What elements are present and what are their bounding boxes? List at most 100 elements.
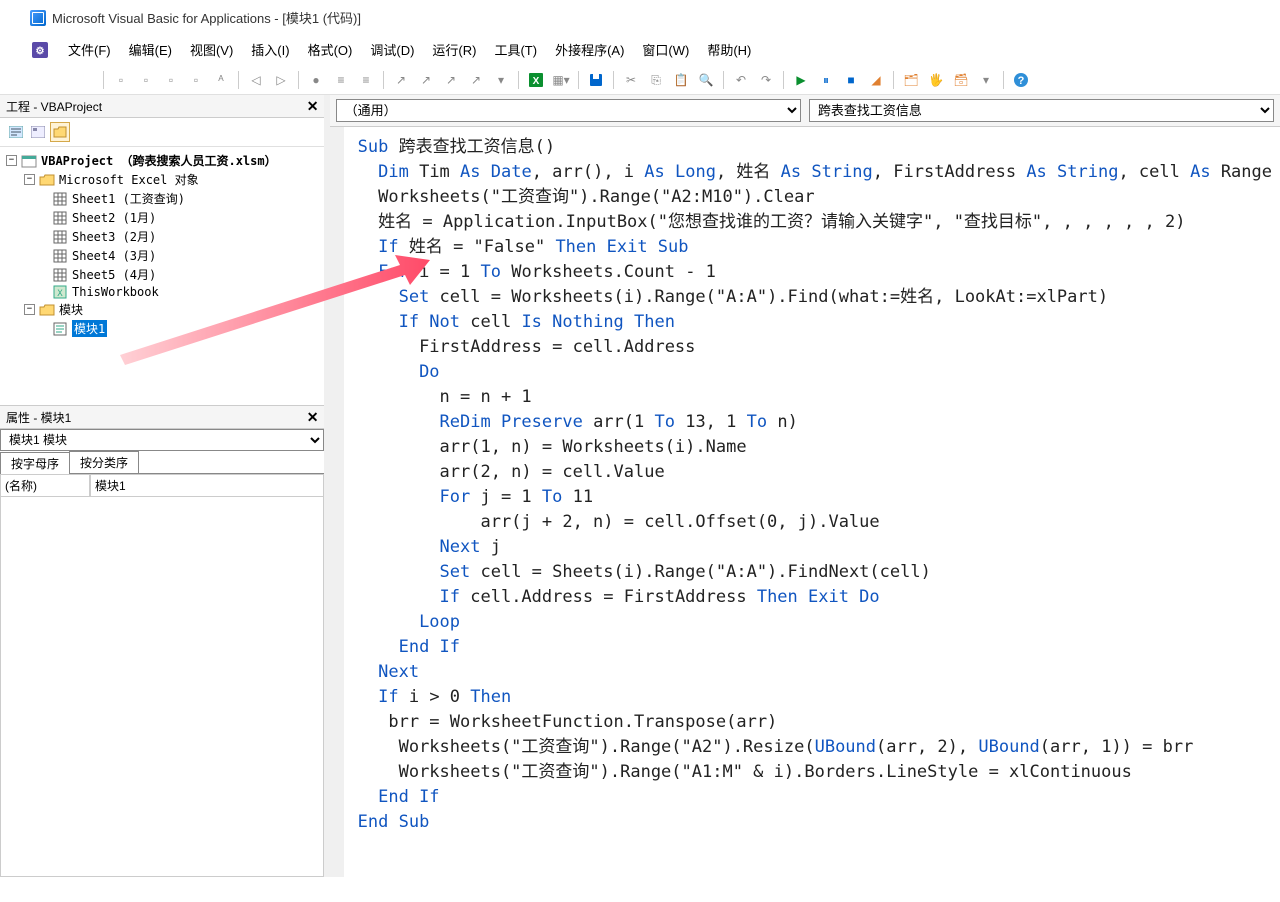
code-line[interactable]: arr(j + 2, n) = cell.Offset(0, j).Value — [358, 510, 1272, 535]
code-line[interactable]: n = n + 1 — [358, 385, 1272, 410]
paste-icon[interactable]: 📋 — [670, 69, 692, 91]
code-line[interactable]: Do — [358, 360, 1272, 385]
tree-sheet-label[interactable]: Sheet5 (4月) — [72, 266, 156, 283]
dropdown-icon[interactable]: ▾ — [975, 69, 997, 91]
menu-debug[interactable]: 调试(D) — [362, 37, 422, 62]
menu-view[interactable]: 视图(V) — [182, 37, 241, 62]
tree-sheet-label[interactable]: Sheet1 (工资查询) — [72, 190, 185, 207]
code-line[interactable]: End Sub — [358, 810, 1272, 835]
outdent-icon[interactable]: ◁ — [245, 69, 267, 91]
collapse-icon[interactable]: − — [24, 304, 35, 315]
code-line[interactable]: Next j — [358, 535, 1272, 560]
tool-btn-17[interactable]: ▦▾ — [550, 69, 572, 91]
copy-icon[interactable]: ⎘ — [645, 69, 667, 91]
tree-module1[interactable]: 模块1 — [6, 319, 318, 338]
close-icon[interactable]: ✕ — [304, 97, 322, 115]
tab-alphabetic[interactable]: 按字母序 — [0, 452, 70, 474]
code-line[interactable]: Set cell = Sheets(i).Range("A:A").FindNe… — [358, 560, 1272, 585]
tool-btn-10[interactable]: ≡ — [355, 69, 377, 91]
tree-sheet[interactable]: Sheet2 (1月) — [6, 208, 318, 227]
object-browser-icon[interactable]: 🗃 — [950, 69, 972, 91]
tree-root-label[interactable]: VBAProject （跨表搜索人员工资.xlsm） — [41, 152, 277, 169]
code-line[interactable]: 姓名 = Application.InputBox("您想查找谁的工资？请输入关… — [358, 210, 1272, 235]
code-line[interactable]: End If — [358, 785, 1272, 810]
menu-file[interactable]: 文件(F) — [60, 37, 119, 62]
tree-thisworkbook-label[interactable]: ThisWorkbook — [72, 285, 159, 299]
menu-edit[interactable]: 编辑(E) — [121, 37, 180, 62]
tree-thisworkbook[interactable]: XThisWorkbook — [6, 284, 318, 300]
code-line[interactable]: arr(2, n) = cell.Value — [358, 460, 1272, 485]
tool-btn-1[interactable]: ▫ — [110, 69, 132, 91]
tool-btn-13[interactable]: ↗ — [440, 69, 462, 91]
collapse-icon[interactable]: − — [6, 155, 17, 166]
tree-sheet-label[interactable]: Sheet4 (3月) — [72, 247, 156, 264]
code-line[interactable]: If Not cell Is Nothing Then — [358, 310, 1272, 335]
menu-format[interactable]: 格式(O) — [300, 37, 361, 62]
properties-icon[interactable]: 🖐 — [925, 69, 947, 91]
tree-modules-label[interactable]: 模块 — [59, 301, 83, 318]
code-line[interactable]: Next — [358, 660, 1272, 685]
code-line[interactable]: ReDim Preserve arr(1 To 13, 1 To n) — [358, 410, 1272, 435]
code-line[interactable]: If cell.Address = FirstAddress Then Exit… — [358, 585, 1272, 610]
toggle-folders-icon[interactable] — [50, 122, 70, 142]
menu-window[interactable]: 窗口(W) — [634, 37, 697, 62]
tool-btn-4[interactable]: ▫ — [185, 69, 207, 91]
collapse-icon[interactable]: − — [24, 174, 35, 185]
tool-btn-2[interactable]: ▫ — [135, 69, 157, 91]
code-line[interactable]: Loop — [358, 610, 1272, 635]
menu-tools[interactable]: 工具(T) — [486, 37, 545, 62]
save-icon[interactable] — [585, 69, 607, 91]
tool-btn-3[interactable]: ▫ — [160, 69, 182, 91]
tree-module1-label[interactable]: 模块1 — [72, 320, 107, 337]
tab-categorized[interactable]: 按分类序 — [69, 451, 139, 473]
code-line[interactable]: FirstAddress = cell.Address — [358, 335, 1272, 360]
cut-icon[interactable]: ✂ — [620, 69, 642, 91]
tool-btn-11[interactable]: ↗ — [390, 69, 412, 91]
tree-sheet[interactable]: Sheet5 (4月) — [6, 265, 318, 284]
close-icon[interactable]: ✕ — [304, 408, 322, 426]
code-line[interactable]: If i > 0 Then — [358, 685, 1272, 710]
code-line[interactable]: Worksheets("工资查询").Range("A1:M" & i).Bor… — [358, 760, 1272, 785]
find-icon[interactable]: 🔍 — [695, 69, 717, 91]
tool-btn-15[interactable]: ▾ — [490, 69, 512, 91]
code-editor[interactable]: Sub 跨表查找工资信息() Dim Tim As Date, arr(), i… — [330, 127, 1280, 877]
breakpoint-icon[interactable]: ● — [305, 69, 327, 91]
tree-sheet[interactable]: Sheet1 (工资查询) — [6, 189, 318, 208]
code-line[interactable]: arr(1, n) = Worksheets(i).Name — [358, 435, 1272, 460]
code-line[interactable]: For j = 1 To 11 — [358, 485, 1272, 510]
properties-object-combo[interactable]: 模块1 模块 — [0, 429, 324, 451]
menu-addins[interactable]: 外接程序(A) — [547, 37, 632, 62]
stop-icon[interactable]: ■ — [840, 69, 862, 91]
tree-sheet-label[interactable]: Sheet2 (1月) — [72, 209, 156, 226]
tool-btn-9[interactable]: ≡ — [330, 69, 352, 91]
code-line[interactable]: If 姓名 = "False" Then Exit Sub — [358, 235, 1272, 260]
tool-btn-5[interactable]: ᴬ — [210, 69, 232, 91]
procedure-dropdown[interactable]: 跨表查找工资信息 — [809, 99, 1274, 122]
view-object-icon[interactable] — [28, 122, 48, 142]
redo-icon[interactable]: ↷ — [755, 69, 777, 91]
project-tree[interactable]: − VBAProject （跨表搜索人员工资.xlsm） − Microsoft… — [0, 147, 324, 405]
code-line[interactable]: Set cell = Worksheets(i).Range("A:A").Fi… — [358, 285, 1272, 310]
view-code-icon[interactable] — [6, 122, 26, 142]
tool-btn-14[interactable]: ↗ — [465, 69, 487, 91]
code-line[interactable]: Sub 跨表查找工资信息() — [358, 135, 1272, 160]
tree-sheet-label[interactable]: Sheet3 (2月) — [72, 228, 156, 245]
tree-modules-folder[interactable]: − 模块 — [6, 300, 318, 319]
menu-run[interactable]: 运行(R) — [424, 37, 484, 62]
indent-icon[interactable]: ▷ — [270, 69, 292, 91]
code-line[interactable]: Worksheets("工资查询").Range("A2").Resize(UB… — [358, 735, 1272, 760]
menu-help[interactable]: 帮助(H) — [699, 37, 759, 62]
tree-excel-objects-label[interactable]: Microsoft Excel 对象 — [59, 171, 199, 188]
design-icon[interactable]: ◢ — [865, 69, 887, 91]
tree-excel-objects[interactable]: − Microsoft Excel 对象 — [6, 170, 318, 189]
code-line[interactable]: End If — [358, 635, 1272, 660]
code-line[interactable]: Dim Tim As Date, arr(), i As Long, 姓名 As… — [358, 160, 1272, 185]
tree-root[interactable]: − VBAProject （跨表搜索人员工资.xlsm） — [6, 151, 318, 170]
tree-sheet[interactable]: Sheet3 (2月) — [6, 227, 318, 246]
code-line[interactable]: brr = WorksheetFunction.Transpose(arr) — [358, 710, 1272, 735]
code-line[interactable]: Worksheets("工资查询").Range("A2:M10").Clear — [358, 185, 1272, 210]
run-icon[interactable]: ▶ — [790, 69, 812, 91]
undo-icon[interactable]: ↶ — [730, 69, 752, 91]
object-dropdown[interactable]: （通用） — [336, 99, 801, 122]
excel-icon[interactable]: X — [525, 69, 547, 91]
